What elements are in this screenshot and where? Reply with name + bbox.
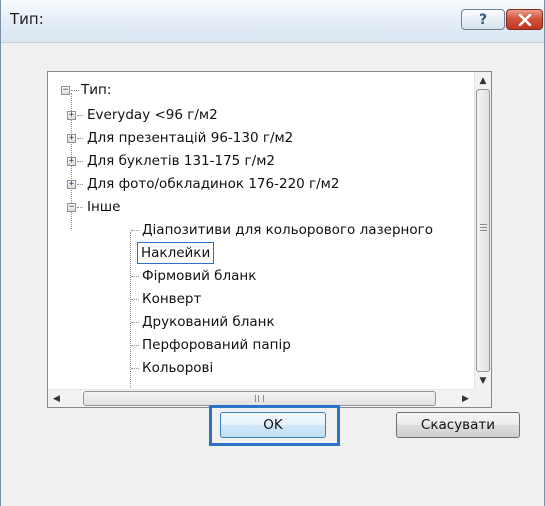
tree-item-label: Для буклетів 131-175 г/м2 <box>87 153 275 169</box>
tree-item-label: Інше <box>87 199 121 215</box>
help-button[interactable]: ? <box>461 9 505 30</box>
tree-item[interactable]: + Everyday <96 г/м2 <box>48 105 474 125</box>
tree-line <box>77 207 83 208</box>
title-bar: Тип: ? <box>1 0 544 43</box>
tree-leaf-label: Фірмовий бланк <box>142 268 257 284</box>
tree-leaf[interactable]: Діапозитиви для кольорового лазерного <box>48 220 474 240</box>
tree-line <box>77 184 83 185</box>
tree-leaf[interactable]: Перфорований папір <box>48 335 474 355</box>
expand-icon[interactable]: + <box>67 180 76 189</box>
tree-leaf-label: Кольорові <box>142 360 214 376</box>
tree-line <box>71 90 79 91</box>
tree-line <box>131 276 139 277</box>
tree-leaf-label: Наклейки <box>137 242 215 264</box>
grip-line <box>480 224 487 225</box>
tree-leaf-label: Перфорований папір <box>142 337 291 353</box>
expand-icon[interactable]: + <box>67 111 76 120</box>
tree-item[interactable]: + Для буклетів 131-175 г/м2 <box>48 151 474 171</box>
expand-icon[interactable]: + <box>67 134 76 143</box>
tree-item-label: Для презентацій 96-130 г/м2 <box>87 130 294 146</box>
tree-line <box>77 138 83 139</box>
tree-item-label: Для фото/обкладинок 176-220 г/м2 <box>87 176 340 192</box>
help-icon: ? <box>478 11 488 28</box>
tree-leaf-label: Друкований бланк <box>142 314 275 330</box>
tree-item-other[interactable]: − Інше <box>48 197 474 217</box>
tree-line <box>131 322 139 323</box>
tree-leaf-selected[interactable]: Наклейки <box>48 242 474 264</box>
tree-viewport: − Тип: + Everyday <96 г/м2 + Для презент… <box>48 72 474 389</box>
scroll-right-icon[interactable]: ▶ <box>457 390 474 407</box>
tree-item[interactable]: + Для фото/обкладинок 176-220 г/м2 <box>48 174 474 194</box>
vertical-scroll-thumb[interactable] <box>476 89 490 372</box>
grip-line <box>480 230 487 231</box>
tree-line <box>131 230 139 231</box>
grip-icon <box>255 395 264 402</box>
tree-line <box>77 161 83 162</box>
scrollbar-corner <box>474 389 491 407</box>
tree-item[interactable]: + Для презентацій 96-130 г/м2 <box>48 128 474 148</box>
close-button[interactable] <box>506 9 543 30</box>
tree-root-label: Тип: <box>81 82 112 98</box>
window-title: Тип: <box>10 10 44 28</box>
ok-button[interactable]: OK <box>220 412 326 438</box>
grip-line <box>480 227 487 228</box>
dialog-window: Тип: ? − Тип: + Everyday <96 г/м2 + Для … <box>0 0 545 506</box>
tree-leaf-label: Діапозитиви для кольорового лазерного <box>142 222 433 238</box>
tree-line <box>131 299 139 300</box>
tree-line <box>77 115 83 116</box>
tree-root-row[interactable]: − Тип: <box>48 80 474 100</box>
tree-line <box>131 345 139 346</box>
expand-icon[interactable]: + <box>67 157 76 166</box>
collapse-icon[interactable]: − <box>61 86 70 95</box>
tree-leaf[interactable]: Конверт <box>48 289 474 309</box>
scroll-left-icon[interactable]: ◀ <box>48 390 65 407</box>
collapse-icon[interactable]: − <box>67 203 76 212</box>
tree-item-label: Everyday <96 г/м2 <box>87 107 218 123</box>
paper-type-tree[interactable]: − Тип: + Everyday <96 г/м2 + Для презент… <box>47 71 492 408</box>
tree-line <box>131 368 139 369</box>
vertical-scrollbar[interactable]: ▲ ▼ <box>474 72 491 389</box>
horizontal-scroll-thumb[interactable] <box>83 391 436 406</box>
close-icon <box>518 13 531 26</box>
scroll-up-icon[interactable]: ▲ <box>475 72 491 89</box>
tree-leaf[interactable]: Кольорові <box>48 358 474 378</box>
tree-leaf[interactable]: Друкований бланк <box>48 312 474 332</box>
tree-leaf-label: Конверт <box>142 291 202 307</box>
cancel-button[interactable]: Скасувати <box>396 412 520 438</box>
tree-leaf[interactable]: Фірмовий бланк <box>48 266 474 286</box>
scroll-down-icon[interactable]: ▼ <box>475 372 491 389</box>
